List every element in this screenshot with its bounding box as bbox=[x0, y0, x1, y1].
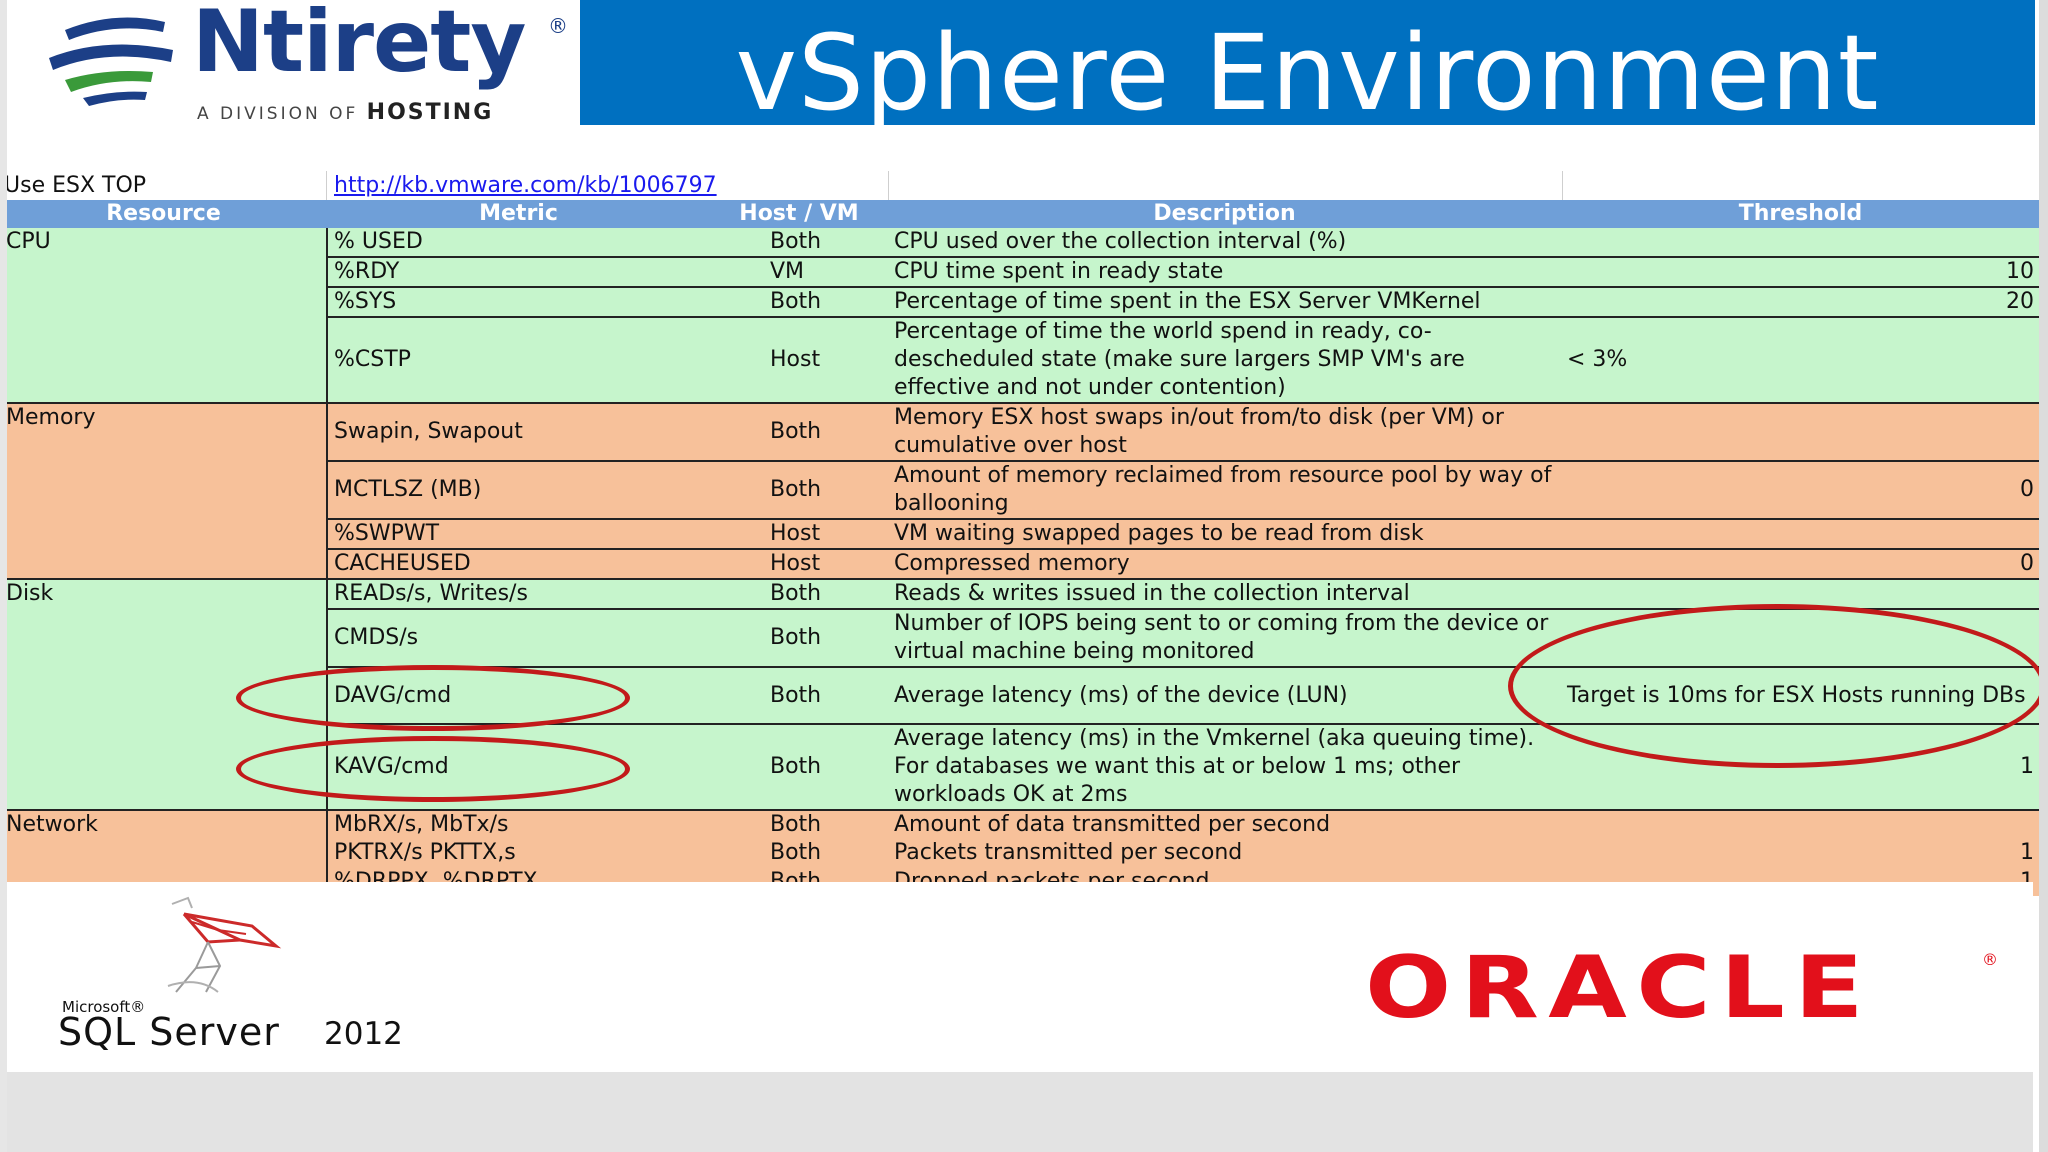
scope-cell: Both bbox=[710, 461, 888, 520]
esxtop-label: Use ESX TOP bbox=[4, 173, 147, 198]
description-cell: Average latency (ms) of the device (LUN) bbox=[888, 667, 1561, 725]
column-header: Resource bbox=[0, 200, 327, 228]
frame-right bbox=[2039, 0, 2048, 1152]
table-row: Network MbRX/s, MbTx/s Both Amount of da… bbox=[0, 810, 2040, 896]
threshold-cell: 20 bbox=[1561, 287, 2040, 318]
metric-cell: %RDY bbox=[327, 257, 710, 288]
metric-cell: CACHEUSED bbox=[327, 549, 710, 580]
bottom-strip bbox=[7, 1072, 2033, 1152]
scope-cell: VM bbox=[710, 257, 888, 288]
oracle-registered-mark: ® bbox=[1982, 950, 1998, 969]
esxtop-row: Use ESX TOP http://kb.vmware.com/kb/1006… bbox=[0, 171, 2040, 201]
threshold-cell bbox=[1561, 228, 2040, 258]
scope-cell: Both bbox=[710, 724, 888, 811]
description-cell: CPU time spent in ready state bbox=[888, 257, 1561, 288]
metric-cell: MbRX/s, MbTx/s bbox=[327, 810, 710, 839]
scope-cell: Both bbox=[710, 810, 888, 839]
scope-cell: Both bbox=[710, 839, 888, 867]
threshold-cell: < 3% bbox=[1561, 317, 2040, 404]
description-cell: Memory ESX host swaps in/out from/to dis… bbox=[888, 403, 1561, 462]
division-name: HOSTING bbox=[366, 100, 494, 125]
highlight-ellipse-davg bbox=[236, 665, 630, 731]
division-prefix: A DIVISION OF bbox=[197, 104, 359, 124]
scope-cell: Both bbox=[710, 579, 888, 610]
description-cell: Amount of data transmitted per second bbox=[888, 810, 1561, 839]
scope-cell: Both bbox=[710, 403, 888, 462]
cell-divider bbox=[1562, 171, 1563, 200]
resource-cpu: CPU bbox=[0, 228, 328, 404]
sql-server-year: 2012 bbox=[324, 1016, 403, 1052]
scope-cell: Host bbox=[710, 549, 888, 580]
brand-division: A DIVISION OF HOSTING bbox=[197, 100, 493, 125]
threshold-cell: 10 bbox=[1561, 257, 2040, 288]
slide: Ntirety ® A DIVISION OF HOSTING vSphere … bbox=[0, 0, 2048, 1152]
column-header: Metric bbox=[327, 200, 710, 228]
highlight-ellipse-kavg bbox=[236, 736, 630, 802]
description-cell: Number of IOPS being sent to or coming f… bbox=[888, 609, 1561, 668]
table-row: CPU % USED Both CPU used over the collec… bbox=[0, 228, 2040, 404]
highlight-ellipse-threshold bbox=[1508, 604, 2046, 768]
threshold-cell: 0 bbox=[1561, 461, 2040, 520]
cell-divider bbox=[326, 171, 327, 200]
metric-cell: PKTRX/s PKTTX,s bbox=[327, 839, 710, 867]
cell-divider bbox=[888, 171, 889, 200]
threshold-cell bbox=[1561, 810, 2040, 839]
threshold-cell: 0 bbox=[1561, 549, 2040, 580]
metric-cell: %SWPWT bbox=[327, 519, 710, 550]
brand-registered-mark: ® bbox=[548, 14, 568, 38]
brand-name: Ntirety bbox=[192, 0, 526, 92]
threshold-cell: 1 bbox=[1561, 839, 2040, 867]
description-cell: Average latency (ms) in the Vmkernel (ak… bbox=[888, 724, 1561, 811]
metric-cell: CMDS/s bbox=[327, 609, 710, 668]
column-header: Description bbox=[888, 200, 1561, 228]
description-cell: Amount of memory reclaimed from resource… bbox=[888, 461, 1561, 520]
frame-left bbox=[0, 0, 7, 1152]
metric-cell: %SYS bbox=[327, 287, 710, 318]
description-cell: Reads & writes issued in the collection … bbox=[888, 579, 1561, 610]
scope-cell: Both bbox=[710, 609, 888, 668]
scope-cell: Both bbox=[710, 287, 888, 318]
metric-cell: %CSTP bbox=[327, 317, 710, 404]
slide-title: vSphere Environment bbox=[735, 12, 1880, 134]
table-row: Memory Swapin, Swapout Both Memory ESX h… bbox=[0, 403, 2040, 580]
threshold-cell bbox=[1561, 519, 2040, 550]
kb-link[interactable]: http://kb.vmware.com/kb/1006797 bbox=[334, 171, 717, 200]
metric-cell: MCTLSZ (MB) bbox=[327, 461, 710, 520]
threshold-cell bbox=[1561, 403, 2040, 462]
scope-cell: Host bbox=[710, 519, 888, 550]
sql-server-logo-icon bbox=[167, 896, 282, 993]
description-cell: Compressed memory bbox=[888, 549, 1561, 580]
ntirety-swoosh-icon bbox=[49, 17, 173, 106]
oracle-logo: ORACLE bbox=[1365, 938, 1874, 1038]
column-header: Host / VM bbox=[710, 200, 888, 228]
ntirety-logo: Ntirety ® A DIVISION OF HOSTING bbox=[7, 0, 580, 125]
description-cell: VM waiting swapped pages to be read from… bbox=[888, 519, 1561, 550]
scope-cell: Host bbox=[710, 317, 888, 404]
description-cell: CPU used over the collection interval (%… bbox=[888, 228, 1561, 258]
column-header: Threshold bbox=[1561, 200, 2040, 228]
title-bar: vSphere Environment bbox=[580, 0, 2035, 134]
metric-cell: % USED bbox=[327, 228, 710, 258]
scope-cell: Both bbox=[710, 228, 888, 258]
resource-memory: Memory bbox=[0, 403, 328, 580]
description-cell: Packets transmitted per second bbox=[888, 839, 1561, 867]
metric-cell: Swapin, Swapout bbox=[327, 403, 710, 462]
scope-cell: Both bbox=[710, 667, 888, 725]
description-cell: Percentage of time spent in the ESX Serv… bbox=[888, 287, 1561, 318]
description-cell: Percentage of time the world spend in re… bbox=[888, 317, 1561, 404]
table-header-row: Resource Metric Host / VM Description Th… bbox=[0, 200, 2040, 228]
metric-cell: READs/s, Writes/s bbox=[327, 579, 710, 610]
sql-server-name: SQL Server bbox=[58, 1010, 280, 1054]
